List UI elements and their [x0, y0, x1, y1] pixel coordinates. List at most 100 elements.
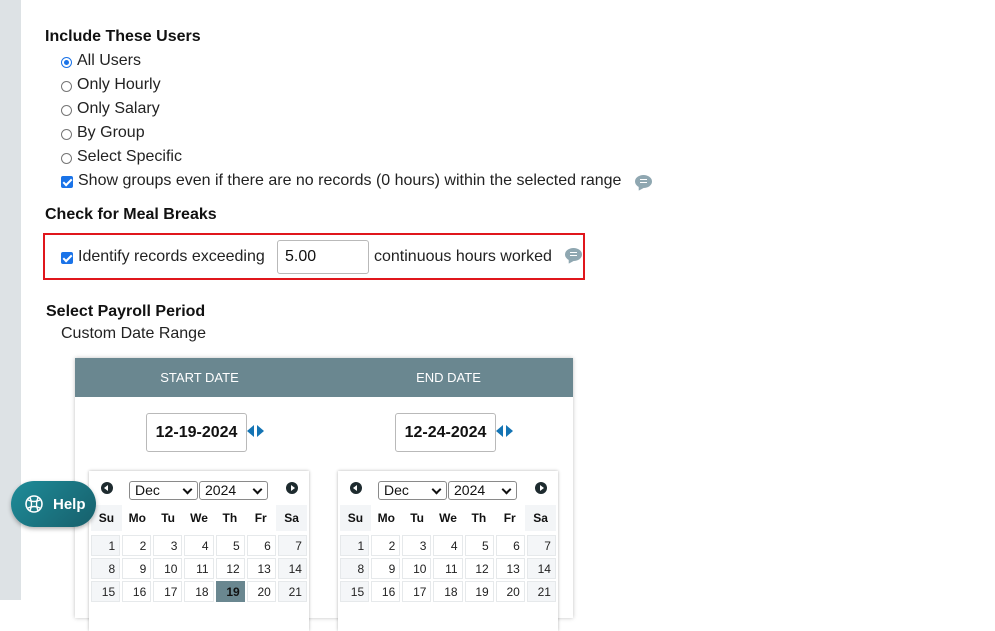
calendar-day[interactable]: 12	[215, 558, 245, 579]
month-select[interactable]: Dec	[378, 481, 447, 500]
calendar-day[interactable]: 18	[433, 581, 463, 602]
calendar-day[interactable]: 15	[91, 581, 121, 602]
calendar-day[interactable]: 16	[371, 581, 401, 602]
weekday-label: Mo	[128, 511, 146, 525]
day-grid: 1 2 3 4 5 6 7 8 9 10 11 12 13 14 15 16 17 18 19 20 21	[89, 531, 309, 602]
calendar-day[interactable]: 11	[184, 558, 214, 579]
calendar-day[interactable]: 8	[340, 558, 370, 579]
hours-suffix-row: continuous hours worked	[374, 247, 582, 266]
show-groups-checkbox-row[interactable]: Show groups even if there are no records…	[61, 172, 653, 190]
calendar-day[interactable]: 13	[495, 558, 525, 579]
calendar-header: Dec 2024	[89, 471, 309, 505]
help-label: Help	[53, 495, 86, 513]
calendar-day[interactable]: 5	[464, 535, 494, 556]
end-date-steppers	[496, 425, 513, 437]
identify-records-label: Identify records exceeding	[78, 248, 265, 265]
radio-button[interactable]	[61, 80, 72, 92]
comment-info-icon[interactable]	[564, 247, 582, 261]
continuous-hours-label: continuous hours worked	[374, 248, 552, 265]
end-date-input[interactable]: 12-24-2024	[395, 413, 496, 452]
globe-help-icon	[25, 495, 43, 513]
radio-all-users[interactable]: All Users	[61, 52, 141, 70]
chevron-down-icon	[252, 484, 263, 495]
year-select[interactable]: 2024	[199, 481, 268, 500]
previous-day-arrow-icon[interactable]	[496, 425, 503, 437]
radio-select-specific[interactable]: Select Specific	[61, 148, 182, 166]
calendar-day[interactable]: 14	[526, 558, 556, 579]
calendar-day[interactable]: 5	[215, 535, 245, 556]
calendar-day[interactable]: 1	[340, 535, 370, 556]
start-date-calendar: Dec 2024 Su Mo Tu We Th Fr Sa 1234567891…	[89, 471, 309, 631]
continuous-hours-input[interactable]: 5.00	[277, 240, 369, 274]
calendar-day[interactable]: 20	[495, 581, 525, 602]
calendar-day[interactable]: 3	[153, 535, 183, 556]
calendar-day[interactable]: 7	[277, 535, 307, 556]
radio-button[interactable]	[61, 128, 72, 140]
radio-only-hourly[interactable]: Only Hourly	[61, 76, 161, 94]
radio-by-group[interactable]: By Group	[61, 124, 145, 142]
radio-button[interactable]	[61, 152, 72, 164]
chevron-down-icon	[182, 484, 193, 495]
calendar-day[interactable]: 6	[246, 535, 276, 556]
help-button[interactable]: Help	[11, 481, 96, 527]
year-value: 2024	[205, 482, 237, 498]
calendar-day[interactable]: 11	[433, 558, 463, 579]
calendar-day[interactable]: 18	[184, 581, 214, 602]
previous-day-arrow-icon[interactable]	[247, 425, 254, 437]
prev-month-icon[interactable]	[350, 482, 362, 494]
calendar-day[interactable]: 9	[122, 558, 152, 579]
identify-records-checkbox[interactable]	[61, 252, 73, 264]
calendar-day[interactable]: 9	[371, 558, 401, 579]
comment-info-icon[interactable]	[635, 174, 653, 188]
year-select[interactable]: 2024	[448, 481, 517, 500]
weekday-label: Th	[222, 511, 238, 525]
date-range-panel: START DATE END DATE 12-19-2024 12-24-202…	[75, 358, 573, 631]
identify-records-row[interactable]: Identify records exceeding	[61, 248, 265, 266]
weekday-label: Su	[91, 505, 122, 531]
prev-month-icon[interactable]	[101, 482, 113, 494]
calendar-day[interactable]: 10	[402, 558, 432, 579]
meal-breaks-title: Check for Meal Breaks	[45, 206, 217, 223]
calendar-day[interactable]: 15	[340, 581, 370, 602]
calendar-day[interactable]: 16	[122, 581, 152, 602]
calendar-day[interactable]: 17	[402, 581, 432, 602]
month-select[interactable]: Dec	[129, 481, 198, 500]
weekday-label: We	[190, 511, 208, 525]
calendar-day[interactable]: 13	[246, 558, 276, 579]
start-date-steppers	[247, 425, 264, 437]
next-day-arrow-icon[interactable]	[257, 425, 264, 437]
weekday-label: Tu	[410, 511, 425, 525]
show-groups-checkbox[interactable]	[61, 176, 73, 188]
next-month-icon[interactable]	[535, 482, 547, 494]
calendar-day[interactable]: 12	[464, 558, 494, 579]
calendar-day[interactable]: 19	[464, 581, 494, 602]
calendar-day[interactable]: 17	[153, 581, 183, 602]
calendar-day[interactable]: 21	[526, 581, 556, 602]
calendar-day[interactable]: 3	[402, 535, 432, 556]
start-date-header: START DATE	[160, 370, 239, 385]
calendar-day[interactable]: 2	[371, 535, 401, 556]
next-day-arrow-icon[interactable]	[506, 425, 513, 437]
calendar-day[interactable]: 8	[91, 558, 121, 579]
radio-button-checked[interactable]	[61, 56, 72, 68]
calendar-day-selected[interactable]: 19	[215, 581, 245, 602]
weekday-label: Th	[471, 511, 487, 525]
calendar-day[interactable]: 2	[122, 535, 152, 556]
calendar-day[interactable]: 4	[184, 535, 214, 556]
radio-only-salary[interactable]: Only Salary	[61, 100, 160, 118]
calendar-day[interactable]: 20	[246, 581, 276, 602]
start-date-input[interactable]: 12-19-2024	[146, 413, 247, 452]
calendar-day[interactable]: 14	[277, 558, 307, 579]
calendar-day[interactable]: 1	[91, 535, 121, 556]
date-range-header: START DATE END DATE	[75, 358, 573, 397]
day-grid: 1 2 3 4 5 6 7 8 9 10 11 12 13 14 15 16 17 18 19 20 21	[338, 531, 558, 602]
radio-label: Only Hourly	[77, 76, 161, 93]
calendar-day[interactable]: 4	[433, 535, 463, 556]
calendar-day[interactable]: 21	[277, 581, 307, 602]
calendar-day[interactable]: 6	[495, 535, 525, 556]
radio-button[interactable]	[61, 104, 72, 116]
calendar-day[interactable]: 10	[153, 558, 183, 579]
next-month-icon[interactable]	[286, 482, 298, 494]
end-date-calendar: Dec 2024 Su Mo Tu We Th Fr Sa 1234567891…	[338, 471, 558, 631]
calendar-day[interactable]: 7	[526, 535, 556, 556]
